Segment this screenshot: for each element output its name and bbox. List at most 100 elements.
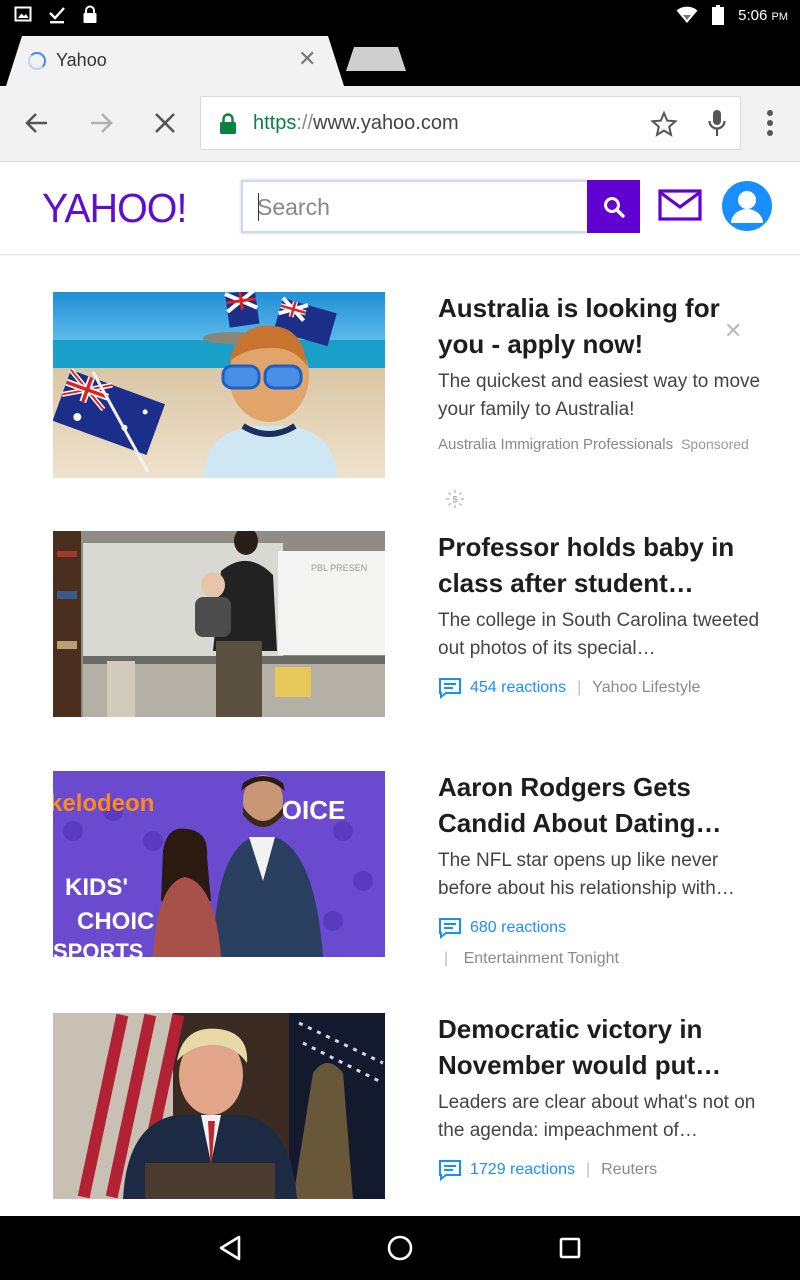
politics-image (53, 1013, 385, 1199)
story-meta: 454 reactions | Yahoo Lifestyle (438, 677, 768, 699)
address-bar[interactable]: https://www.yahoo.com (200, 96, 741, 150)
search-icon (603, 196, 625, 218)
meta-separator: | (444, 950, 449, 967)
backdrop-word: kelodeon (53, 790, 154, 817)
story-democratic-victory[interactable]: Democratic victory in November would put… (0, 1013, 800, 1213)
reactions-link[interactable]: 1729 reactions (438, 1159, 575, 1181)
square-recents-icon (559, 1237, 581, 1259)
ad-meta: Australia Immigration Professionals Spons… (438, 436, 768, 453)
clock-ampm: PM (771, 10, 789, 23)
story-source: Yahoo Lifestyle (592, 679, 701, 696)
triangle-back-icon (219, 1235, 241, 1261)
browser-toolbar: https://www.yahoo.com (0, 86, 800, 162)
tab-title: Yahoo (56, 50, 107, 70)
yahoo-header: YAHOO! (0, 163, 800, 255)
ad-summary: The quickest and easiest way to move you… (438, 371, 761, 420)
new-tab-button[interactable] (346, 47, 406, 71)
comment-icon (439, 1160, 461, 1181)
wifi-icon (676, 6, 698, 23)
story-body: Professor holds baby in class after stud… (438, 529, 768, 699)
ad-info-dollar-icon[interactable]: $ (445, 489, 465, 509)
microphone-icon[interactable] (707, 109, 727, 137)
tab-strip: Yahoo ✕ (0, 32, 800, 86)
reactions-link[interactable]: 680 reactions (438, 917, 566, 939)
nav-recents-button[interactable] (554, 1232, 586, 1264)
status-bar: 5:06 PM (0, 0, 800, 32)
url-separator: :// (296, 112, 314, 134)
story-body: Democratic victory in November would put… (438, 1011, 768, 1181)
meta-separator: | (585, 1161, 591, 1178)
sponsored-story[interactable]: Australia is looking for you - apply now… (0, 290, 800, 508)
story-aaron-rodgers[interactable]: kelodeon KIDS' CHOIC HOICE SPORTS Aaron … (0, 771, 800, 971)
lock-notification-icon (83, 5, 97, 23)
reactions-count: 454 reactions (470, 679, 567, 696)
mail-icon[interactable] (658, 189, 702, 221)
story-source-row: | Entertainment Tonight (444, 950, 768, 968)
ad-advertiser: Australia Immigration Professionals (438, 436, 674, 453)
story-title[interactable]: Democratic victory in November would put… (438, 1011, 768, 1083)
reactions-link[interactable]: 454 reactions (438, 677, 566, 699)
close-icon (155, 113, 175, 133)
story-summary: Leaders are clear about what's not on th… (438, 1092, 756, 1141)
url-scheme: https (253, 112, 297, 134)
story-professor-baby[interactable]: PBL PRESEN Professor holds baby in class… (0, 531, 800, 731)
story-thumbnail[interactable] (53, 1013, 385, 1199)
loading-spinner-icon (28, 52, 46, 70)
gallery-notification-icon (14, 6, 32, 22)
forward-button[interactable] (86, 108, 116, 138)
search-button[interactable] (587, 180, 640, 233)
download-complete-icon (49, 7, 65, 24)
search-input[interactable] (257, 191, 577, 223)
story-summary: The NFL star opens up like never before … (438, 850, 735, 899)
profile-avatar-button[interactable] (722, 181, 772, 231)
arrow-right-icon (91, 113, 113, 133)
url-host: www.yahoo.com (313, 112, 459, 134)
url-text: https://www.yahoo.com (253, 112, 459, 135)
comment-icon (439, 678, 461, 699)
reactions-count: 680 reactions (470, 919, 567, 936)
yahoo-logo[interactable]: YAHOO! (42, 185, 187, 232)
sponsored-label: Sponsored (681, 436, 749, 452)
clock: 5:06 PM (738, 7, 788, 24)
comment-icon (439, 918, 461, 939)
ad-image (53, 292, 385, 478)
classroom-image: PBL PRESEN (53, 531, 385, 717)
nav-back-button[interactable] (214, 1232, 246, 1264)
tab-close-icon[interactable]: ✕ (298, 46, 316, 72)
nav-home-button[interactable] (384, 1232, 416, 1264)
ad-thumbnail[interactable] (53, 292, 385, 478)
story-title[interactable]: Aaron Rodgers Gets Candid About Dating… (438, 769, 768, 841)
story-source: Entertainment Tonight (463, 950, 619, 967)
back-button[interactable] (22, 108, 52, 138)
ad-body: Australia is looking for you - apply now… (438, 290, 768, 453)
search-box (241, 180, 587, 233)
bookmark-star-icon[interactable] (651, 111, 677, 137)
meta-separator: | (577, 679, 582, 696)
stop-loading-button[interactable] (150, 108, 180, 138)
circle-home-icon (387, 1235, 413, 1261)
battery-icon (712, 5, 725, 25)
android-nav-bar (0, 1216, 800, 1280)
backdrop-word: CHOIC (77, 908, 154, 935)
story-meta: 1729 reactions | Reuters (438, 1159, 768, 1181)
story-source: Reuters (601, 1161, 658, 1178)
svg-text:$: $ (452, 495, 457, 505)
story-thumbnail[interactable]: kelodeon KIDS' CHOIC HOICE SPORTS (53, 771, 385, 957)
clock-time: 5:06 (738, 6, 768, 24)
reactions-count: 1729 reactions (470, 1161, 575, 1178)
story-thumbnail[interactable]: PBL PRESEN (53, 531, 385, 717)
ad-title[interactable]: Australia is looking for you - apply now… (438, 290, 768, 362)
slide-text: PBL PRESEN (311, 563, 367, 573)
story-body: Aaron Rodgers Gets Candid About Dating… … (438, 769, 768, 968)
story-summary: The college in South Carolina tweeted ou… (438, 610, 760, 659)
arrow-left-icon (25, 113, 47, 133)
overflow-menu-icon[interactable] (760, 108, 780, 138)
backdrop-word: KIDS' (65, 874, 128, 901)
tab-yahoo[interactable]: Yahoo ✕ (6, 36, 344, 86)
dismiss-ad-icon[interactable]: ✕ (724, 320, 742, 342)
news-feed: Australia is looking for you - apply now… (0, 256, 800, 1216)
backdrop-word: SPORTS (53, 939, 143, 957)
story-title[interactable]: Professor holds baby in class after stud… (438, 529, 768, 601)
secure-lock-icon (220, 113, 236, 134)
red-carpet-image: kelodeon KIDS' CHOIC HOICE SPORTS (53, 771, 385, 957)
